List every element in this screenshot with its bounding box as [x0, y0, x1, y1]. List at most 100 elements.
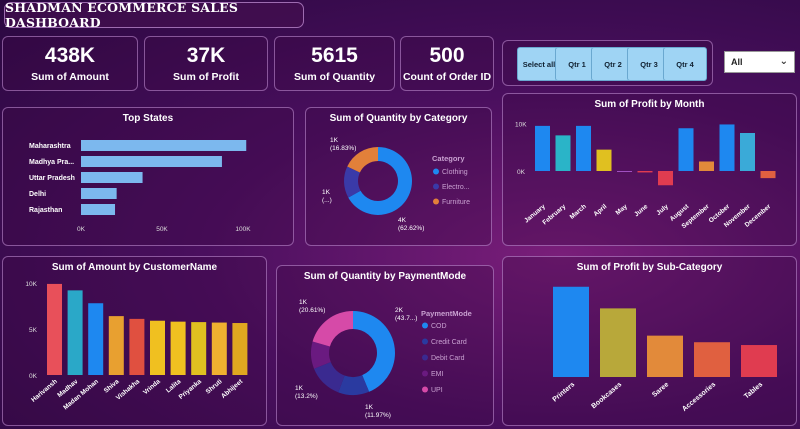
data-label: 1K — [365, 404, 374, 411]
category-label: May — [615, 203, 629, 217]
data-label: (43.7...) — [395, 315, 417, 322]
category-donut-chart: 4K(62.62%)1K(...)1K(16.83%)CategoryCloth… — [322, 137, 470, 232]
customer-amount-chart: 10K5K0KHarivanshMadhavMadan Mohan ShivaVi… — [25, 281, 248, 411]
bar — [678, 128, 694, 171]
category-label: Vrinda — [142, 378, 162, 396]
category-donut-panel: Sum of Quantity by Category 4K (62.62%) 1K… — [305, 107, 492, 246]
data-label: (11.97%) — [365, 412, 391, 419]
data-label: (20.61%) — [299, 307, 325, 314]
data-label: 1K — [322, 189, 331, 196]
legend-marker — [433, 198, 439, 205]
legend-label: Credit Card — [431, 339, 467, 346]
payment-donut-panel: Sum of Quantity by PaymentMode 2K (43.7..… — [276, 265, 494, 426]
category-label: Saree — [651, 381, 670, 399]
profit-month-chart: 10K0KJanuaryFebruary March April May June Jul… — [515, 122, 776, 230]
kpi-value: 5615 — [311, 43, 358, 67]
bar — [600, 308, 636, 377]
bar — [191, 322, 207, 375]
bar — [211, 322, 227, 375]
bar — [535, 125, 550, 171]
bar — [108, 316, 124, 375]
category-label: Uttar Pradesh — [29, 175, 75, 182]
subcategory-profit-chart: Printers Bookcases Saree Accessories Tables — [552, 286, 777, 413]
month-dropdown[interactable]: All ⌄ — [724, 51, 795, 73]
category-label: April — [592, 203, 608, 218]
top-states-chart: Maharashtra Madhya Pra... Uttar Pradesh Del… — [29, 140, 251, 233]
category-label: Abhijeet — [220, 378, 245, 400]
legend-marker — [422, 370, 428, 377]
data-label: (13.2%) — [295, 393, 318, 400]
legend-label: Electro... — [442, 184, 470, 191]
data-label: (62.62%) — [398, 225, 424, 232]
category-label: Printers — [552, 381, 577, 403]
tick-label: 0K — [77, 226, 86, 233]
bar — [576, 125, 591, 171]
tick-label: 5K — [29, 327, 38, 334]
category-label: Shiva — [103, 378, 121, 395]
bar — [47, 283, 62, 375]
bar — [719, 124, 735, 171]
legend-marker — [433, 183, 439, 190]
bar — [81, 140, 247, 151]
bar — [555, 135, 571, 171]
subcategory-profit-panel: Sum of Profit by Sub-Category Printers Bo… — [502, 256, 797, 426]
legend-label: Furniture — [442, 199, 470, 206]
bar — [760, 171, 776, 179]
category-label: March — [569, 203, 588, 221]
legend-label: UPI — [431, 387, 443, 394]
profit-month-panel: Sum of Profit by Month 10K 0K January Febru… — [502, 93, 797, 246]
donut-slice — [312, 311, 353, 347]
tick-label: 50K — [156, 226, 168, 233]
kpi-label: Sum of Amount — [31, 71, 109, 84]
bar — [637, 171, 653, 173]
kpi-value: 438K — [44, 43, 96, 67]
bar — [150, 320, 165, 375]
bar — [596, 149, 612, 171]
category-label: Delhi — [29, 191, 46, 198]
bar — [88, 303, 104, 375]
kpi-label: Count of Order ID — [402, 71, 492, 84]
legend-marker — [422, 386, 428, 393]
data-label: 1K — [299, 299, 308, 306]
bar — [694, 342, 730, 377]
category-label: Maharashtra — [29, 143, 71, 150]
kpi-card-quantity: 5615 Sum of Quantity — [274, 36, 395, 91]
tick-label: 10K — [25, 281, 37, 288]
tick-label: 10K — [515, 122, 527, 129]
customer-amount-panel: Sum of Amount by CustomerName 10K 5K 0K Har… — [2, 256, 267, 426]
bar — [81, 188, 117, 199]
bar — [81, 204, 116, 215]
legend-label: Clothing — [442, 169, 468, 176]
category-label: Bookcases — [590, 381, 623, 410]
kpi-label: Sum of Quantity — [293, 71, 376, 84]
bar — [658, 171, 673, 186]
category-label: Lalita — [165, 378, 183, 395]
data-label: (...) — [322, 197, 332, 204]
bar — [741, 345, 777, 377]
kpi-label: Sum of Profit — [173, 71, 239, 84]
kpi-value: 37K — [186, 43, 226, 67]
bar — [740, 133, 755, 171]
top-states-panel: Top States Maharashtra Madhya Pra... Uttar… — [2, 107, 294, 246]
data-label: (16.83%) — [330, 145, 356, 152]
legend-title: Category — [432, 154, 465, 163]
data-label: 4K — [398, 217, 407, 224]
legend-label: Debit Card — [431, 355, 465, 362]
bar — [129, 318, 145, 375]
bar — [699, 161, 714, 171]
category-label: Madhya Pra... — [29, 159, 74, 166]
legend-label: COD — [431, 323, 447, 330]
data-label: 1K — [330, 137, 339, 144]
quarter-button-q4[interactable]: Qtr 4 — [663, 47, 707, 81]
legend-label: EMI — [431, 371, 444, 378]
category-label: June — [633, 203, 649, 218]
tick-label: 100K — [235, 226, 251, 233]
dashboard-title: SHADMAN ECOMMERCE SALES DASHBOARD — [4, 0, 304, 30]
bar — [553, 286, 589, 377]
legend-marker — [422, 322, 428, 329]
kpi-card-amount: 438K Sum of Amount — [2, 36, 138, 91]
legend-marker — [422, 354, 428, 361]
kpi-value: 500 — [429, 43, 465, 67]
data-label: 1K — [295, 385, 304, 392]
category-label: July — [655, 203, 670, 217]
